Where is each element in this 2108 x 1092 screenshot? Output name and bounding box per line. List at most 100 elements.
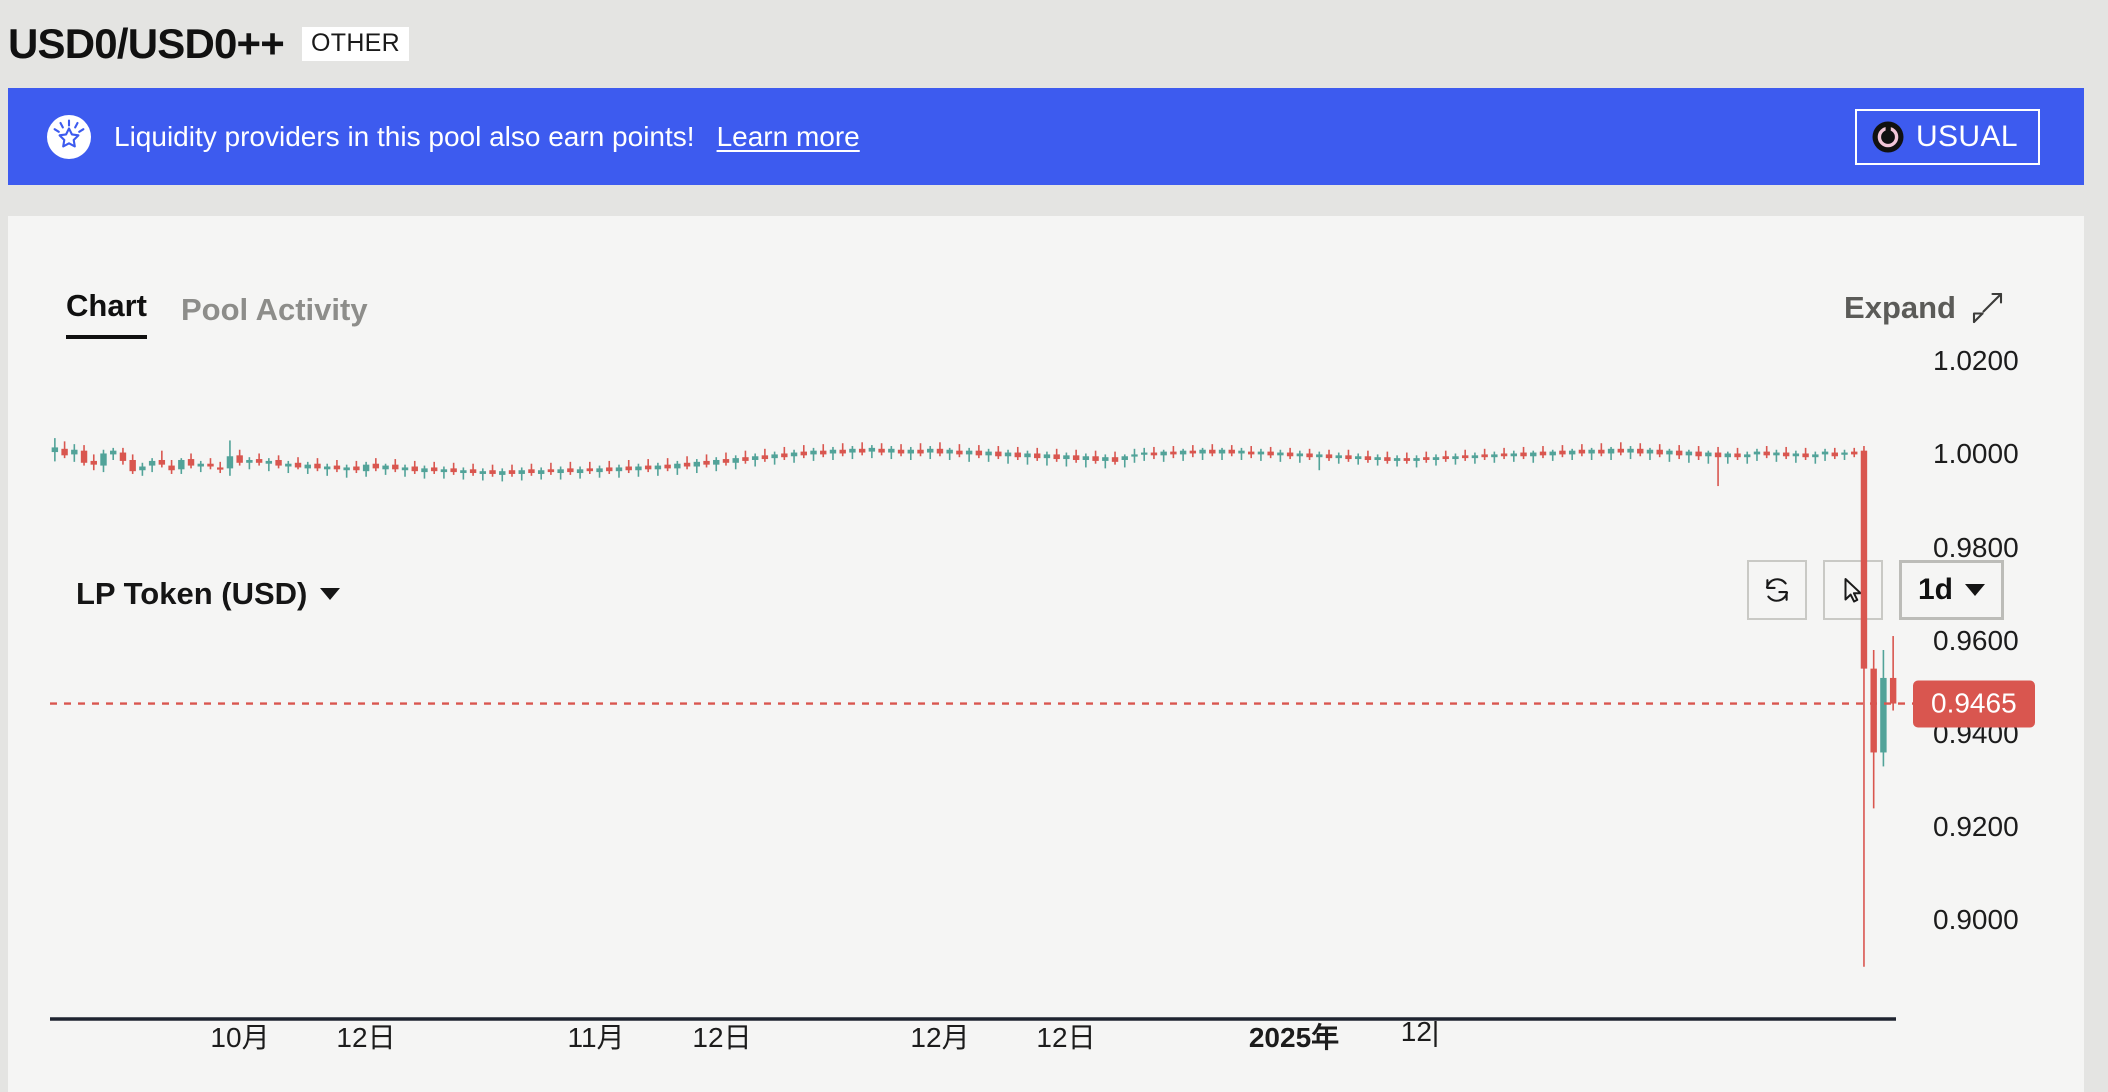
candle (294, 457, 302, 470)
candle (625, 459, 632, 474)
candle (1199, 447, 1206, 460)
sparkle-star-icon (47, 114, 91, 159)
y-axis-tick: 1.0000 (1933, 438, 2019, 470)
candle (907, 446, 914, 460)
candle (606, 460, 613, 474)
candle (90, 454, 97, 471)
tab-chart[interactable]: Chart (66, 288, 147, 339)
candle (644, 459, 652, 473)
refresh-button[interactable] (1746, 560, 1807, 620)
candle (1559, 445, 1566, 458)
candle (703, 454, 710, 468)
candle (858, 442, 866, 456)
candle (1374, 454, 1381, 466)
candle (547, 462, 555, 475)
series-selector[interactable]: LP Token (USD) (76, 576, 341, 612)
candle (392, 459, 399, 473)
usual-rewards-chip[interactable]: USUAL (1854, 108, 2040, 165)
candle (1111, 451, 1119, 465)
candle (343, 464, 350, 478)
candle (430, 461, 438, 474)
candle (1880, 650, 1887, 767)
candlestick-svg (50, 438, 1913, 1021)
candle (1286, 447, 1294, 460)
candle (1500, 447, 1508, 460)
candle (1442, 450, 1449, 462)
candle (353, 460, 360, 474)
candle (1160, 449, 1167, 462)
candle (275, 455, 282, 469)
learn-more-link[interactable]: Learn more (717, 121, 860, 153)
y-axis-tick: 0.9000 (1933, 904, 2019, 936)
candle (1238, 447, 1245, 460)
candle (362, 461, 370, 477)
candle (1578, 444, 1586, 457)
candle (722, 452, 730, 466)
tab-pool-activity[interactable]: Pool Activity (181, 292, 368, 339)
banner-message: Liquidity providers in this pool also ea… (114, 120, 695, 152)
candle (615, 464, 623, 478)
candle (537, 467, 545, 480)
candle (168, 459, 175, 474)
candle (1452, 453, 1459, 465)
candle (1812, 451, 1819, 464)
candle (1753, 448, 1761, 461)
candle (1607, 446, 1615, 460)
series-selector-label: LP Token (USD) (76, 576, 308, 611)
candle (1121, 454, 1128, 468)
candle (761, 448, 769, 462)
candle (1335, 452, 1342, 464)
candle (51, 438, 59, 462)
x-axis-labels: 10月 12日 11月 12日 12月 12日 2025年 12| (8, 1016, 2084, 1086)
candle (285, 460, 292, 474)
candle (683, 456, 691, 470)
candle (265, 458, 273, 472)
candle (226, 440, 234, 476)
pair-type-badge: OTHER (302, 27, 409, 61)
candlestick-plot (8, 216, 2084, 1092)
candle (129, 454, 136, 474)
candle (1705, 450, 1712, 464)
candle (1734, 447, 1741, 460)
candle (197, 460, 204, 473)
candle (1539, 446, 1547, 459)
candle (1053, 448, 1060, 462)
candle (1831, 447, 1838, 460)
candle (868, 445, 876, 459)
candle (61, 441, 68, 459)
candle (119, 447, 127, 465)
candle (1179, 448, 1187, 461)
candle (460, 467, 467, 480)
candle (1102, 454, 1109, 469)
candle (71, 444, 78, 462)
candle (1598, 443, 1605, 457)
candle (255, 453, 263, 466)
x-axis-tick: 2025年 (1248, 1022, 1340, 1053)
candle (1403, 452, 1411, 464)
candle (1277, 449, 1284, 462)
candle (1773, 449, 1780, 462)
candle (1530, 450, 1537, 463)
candle (314, 458, 321, 472)
candle (956, 444, 963, 458)
cursor-tool-button[interactable] (1822, 560, 1883, 620)
candle (1744, 451, 1751, 464)
candle (1423, 451, 1430, 463)
candle (1549, 449, 1556, 461)
candle (1656, 444, 1663, 458)
candle (1481, 448, 1488, 460)
candle (401, 464, 409, 477)
x-axis-tick: 12日 (1036, 1022, 1096, 1053)
candle (1393, 455, 1401, 467)
candle (1763, 446, 1770, 459)
candle (528, 463, 535, 476)
candle (576, 466, 584, 479)
points-banner: Liquidity providers in this pool also ea… (8, 88, 2084, 185)
candle (246, 457, 253, 470)
candle (1841, 449, 1848, 460)
candle (382, 463, 389, 475)
x-axis-tick: 10月 (210, 1022, 270, 1053)
candle (207, 458, 214, 470)
candle (1851, 447, 1858, 458)
candle (1714, 446, 1722, 487)
